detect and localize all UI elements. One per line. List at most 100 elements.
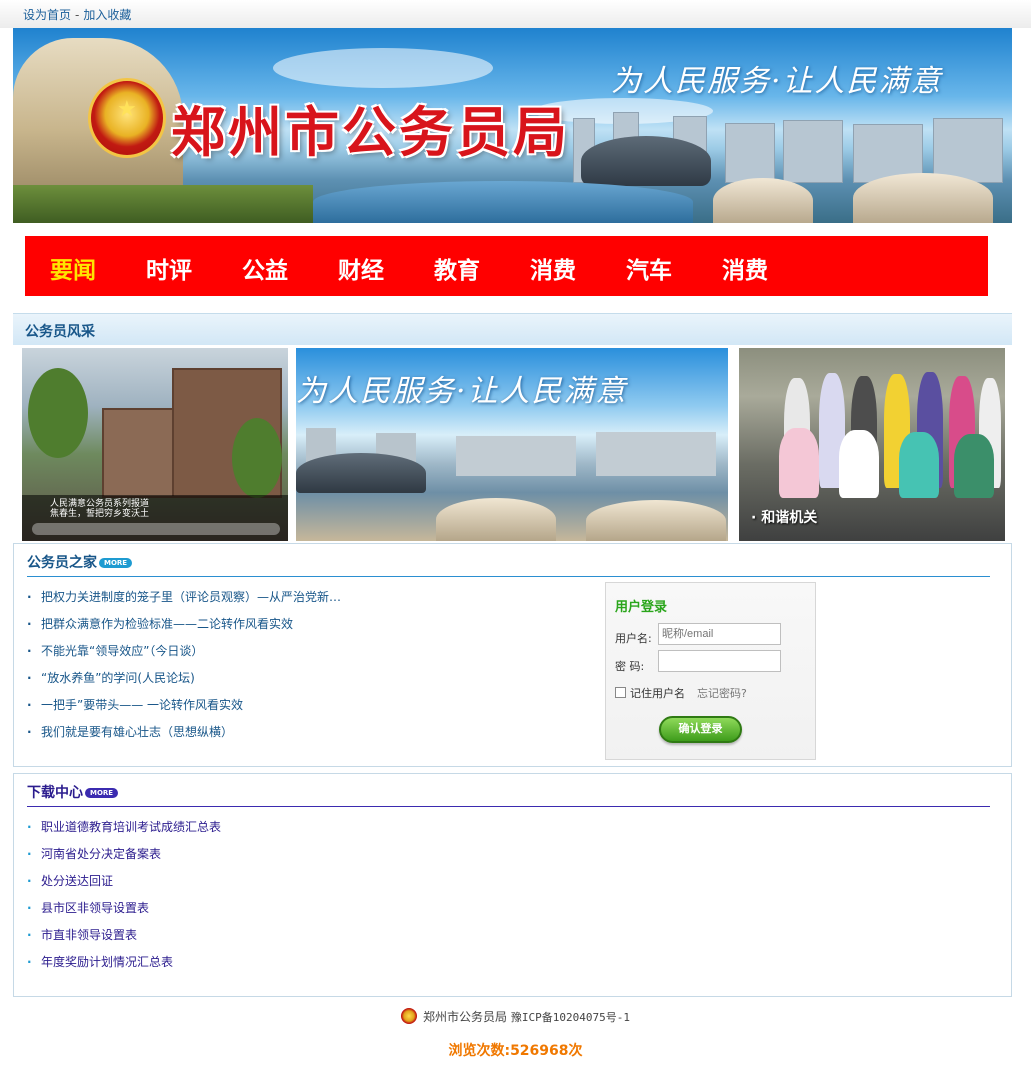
nav-item-consumer[interactable]: 消费 — [530, 251, 576, 285]
video-progress-bar[interactable] — [32, 523, 280, 535]
footer-org: 郑州市公务员局 — [423, 1010, 508, 1024]
article-link[interactable]: 不能光靠“领导效应”（今日谈） — [41, 644, 203, 658]
bullet: · — [27, 671, 32, 685]
forgot-password-link[interactable]: 忘记密码? — [697, 685, 747, 701]
list-item[interactable]: · 把权力关进制度的笼子里（评论员观察）—从严治党新… — [27, 584, 341, 611]
gallery-photo-video[interactable]: 人民满意公务员系列报道 焦春生，誓把穷乡变沃土 — [22, 348, 288, 541]
nav-item-commentary[interactable]: 时评 — [146, 251, 192, 285]
bullet: · — [27, 617, 32, 631]
bullet: · — [27, 847, 32, 861]
photo-building — [596, 432, 716, 476]
photo-dome — [436, 498, 556, 541]
download-section-divider — [27, 806, 990, 807]
list-item[interactable]: · 我们就是要有雄心壮志（思想纵横） — [27, 719, 341, 746]
nav-item-news[interactable]: 要闻 — [50, 251, 96, 285]
home-section-title-text: 公务员之家 — [27, 555, 97, 571]
set-home-link[interactable]: 设为首页 — [23, 8, 71, 22]
photo-person — [899, 432, 939, 498]
home-more-button[interactable]: MORE — [99, 558, 133, 568]
banner-building — [725, 123, 775, 183]
list-item[interactable]: · 一把手”要带头—— 一论转作风看实效 — [27, 692, 341, 719]
download-section-title: 下载中心 MORE — [27, 782, 119, 802]
gallery-photo-label: · 和谐机关 — [751, 510, 818, 526]
photo-person — [839, 430, 879, 498]
nav-item-education[interactable]: 教育 — [434, 251, 480, 285]
footer-emblem-icon — [401, 1008, 418, 1024]
nav-item-auto[interactable]: 汽车 — [626, 251, 672, 285]
article-link[interactable]: 我们就是要有雄心壮志（思想纵横） — [41, 725, 233, 739]
add-bookmark-link[interactable]: 加入收藏 — [83, 8, 131, 22]
list-item[interactable]: · 河南省处分决定备案表 — [27, 841, 221, 868]
list-item[interactable]: · 年度奖励计划情况汇总表 — [27, 949, 221, 976]
site-banner: ★ 郑州市公务员局 为人民服务·让人民满意 — [13, 28, 1012, 223]
video-caption-line2: 焦春生，誓把穷乡变沃土 — [50, 509, 150, 519]
photo-person — [954, 434, 994, 498]
login-submit-button[interactable]: 确认登录 — [659, 716, 742, 743]
bullet: · — [27, 590, 32, 604]
video-caption-line1: 人民满意公务员系列报道 — [50, 499, 150, 509]
nav-item-charity[interactable]: 公益 — [242, 251, 288, 285]
photo-tree — [232, 418, 282, 498]
list-item[interactable]: · 处分送达回证 — [27, 868, 221, 895]
photo-tree — [28, 368, 88, 458]
video-caption: 人民满意公务员系列报道 焦春生，誓把穷乡变沃土 — [50, 499, 149, 519]
download-link[interactable]: 县市区非领导设置表 — [41, 901, 149, 915]
home-section: 公务员之家 MORE · 把权力关进制度的笼子里（评论员观察）—从严治党新… · 把群… — [13, 543, 1012, 767]
list-item[interactable]: · 把群众满意作为检验标准——二论转作风看实效 — [27, 611, 341, 638]
gallery-section-title: 公务员风采 — [25, 324, 95, 340]
bullet: · — [27, 955, 32, 969]
bullet: · — [27, 698, 32, 712]
top-links-separator: - — [75, 8, 80, 22]
banner-grass — [13, 185, 313, 223]
list-item[interactable]: · 市直非领导设置表 — [27, 922, 221, 949]
site-title: 郑州市公务员局 — [171, 100, 570, 164]
download-link[interactable]: 河南省处分决定备案表 — [41, 847, 161, 861]
gallery-photo-group[interactable]: · 和谐机关 — [739, 348, 1005, 541]
username-input[interactable] — [658, 623, 781, 645]
bullet: · — [27, 928, 32, 942]
remember-checkbox[interactable] — [615, 687, 626, 698]
list-item[interactable]: · 县市区非领导设置表 — [27, 895, 221, 922]
banner-arena — [581, 136, 711, 186]
login-title: 用户登录 — [615, 600, 668, 615]
photo-person — [779, 428, 819, 498]
password-label: 密 码: — [615, 660, 645, 673]
list-item[interactable]: · 职业道德教育培训考试成绩汇总表 — [27, 814, 221, 841]
download-more-button[interactable]: MORE — [85, 788, 119, 798]
list-item[interactable]: · 不能光靠“领导效应”（今日谈） — [27, 638, 341, 665]
bullet: · — [27, 820, 32, 834]
banner-cloud — [273, 48, 493, 88]
list-item[interactable]: · “放水养鱼”的学问(人民论坛) — [27, 665, 341, 692]
home-section-divider — [27, 576, 990, 577]
banner-dome — [853, 173, 993, 223]
banner-dome — [713, 178, 813, 223]
download-link[interactable]: 处分送达回证 — [41, 874, 113, 888]
home-article-list: · 把权力关进制度的笼子里（评论员观察）—从严治党新… · 把群众满意作为检验标准—… — [27, 584, 341, 746]
emblem-star-icon: ★ — [117, 97, 137, 122]
nav-item-finance[interactable]: 财经 — [338, 251, 384, 285]
download-link[interactable]: 市直非领导设置表 — [41, 928, 137, 942]
username-label: 用户名: — [615, 632, 652, 645]
photo-dome — [586, 500, 726, 541]
banner-lake — [313, 181, 693, 223]
top-bar: 设为首页 - 加入收藏 — [0, 0, 1031, 28]
gallery-photo-city[interactable]: 为人民服务·让人民满意 — [296, 348, 728, 541]
download-link[interactable]: 职业道德教育培训考试成绩汇总表 — [41, 820, 221, 834]
download-link[interactable]: 年度奖励计划情况汇总表 — [41, 955, 173, 969]
national-emblem-icon: ★ — [88, 78, 166, 158]
download-section-title-text: 下载中心 — [27, 785, 83, 801]
article-link[interactable]: 一把手”要带头—— 一论转作风看实效 — [41, 698, 243, 712]
footer-icp[interactable]: 豫ICP备10204075号-1 — [511, 1011, 630, 1024]
bullet: · — [27, 725, 32, 739]
gallery-slogan: 为人民服务·让人民满意 — [296, 374, 628, 409]
banner-building — [783, 120, 843, 183]
password-input[interactable] — [658, 650, 781, 672]
photo-arena — [296, 453, 426, 493]
nav-item-consumer-2[interactable]: 消费 — [722, 251, 768, 285]
photo-house — [102, 408, 182, 498]
article-link[interactable]: “放水养鱼”的学问(人民论坛) — [41, 671, 195, 685]
article-link[interactable]: 把群众满意作为检验标准——二论转作风看实效 — [41, 617, 293, 631]
banner-slogan: 为人民服务·让人民满意 — [611, 64, 943, 99]
bullet: · — [27, 874, 32, 888]
article-link[interactable]: 把权力关进制度的笼子里（评论员观察）—从严治党新… — [41, 590, 341, 604]
